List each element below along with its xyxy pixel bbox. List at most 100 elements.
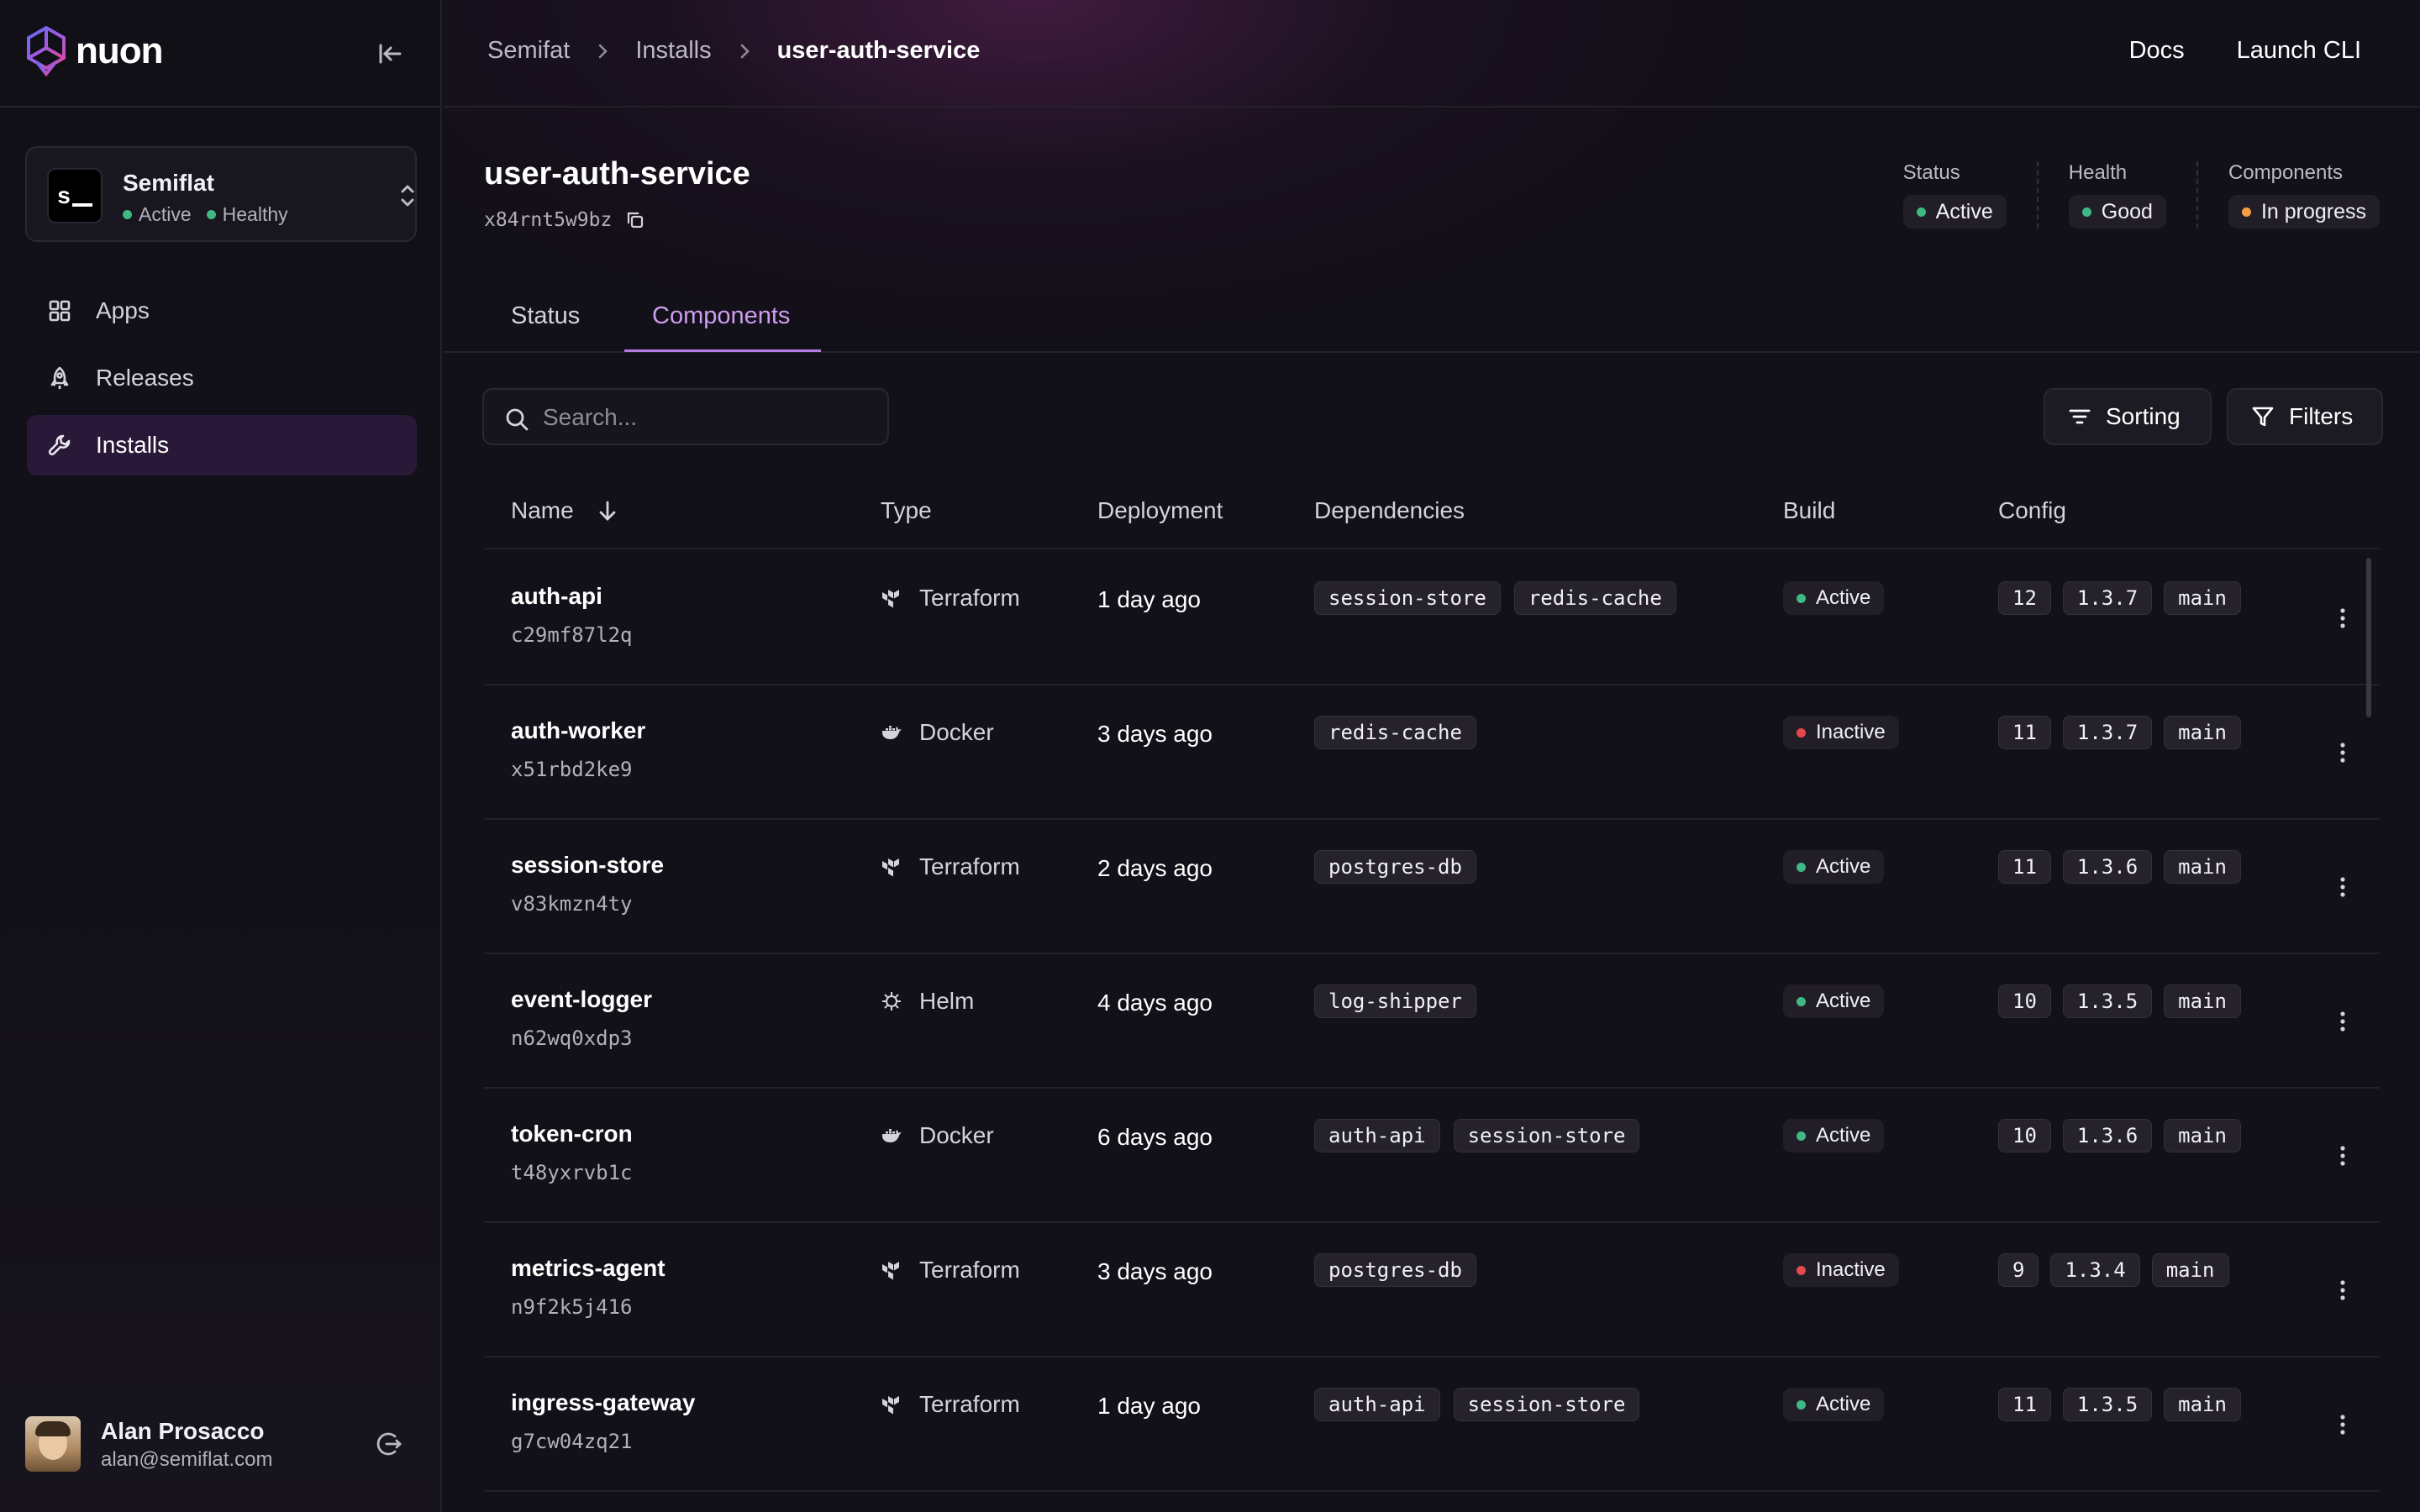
docker-icon — [881, 1125, 902, 1147]
chevron-right-icon — [740, 44, 750, 58]
table-row[interactable]: event-logger n62wq0xdp3 Helm 4 days ago … — [484, 954, 2380, 1089]
chevron-up-down-icon — [401, 185, 414, 207]
filters-button[interactable]: Filters — [2227, 388, 2383, 445]
sorting-button[interactable]: Sorting — [2044, 388, 2212, 445]
more-options-icon[interactable] — [2326, 1005, 2360, 1038]
terraform-icon — [881, 856, 902, 878]
component-id: n9f2k5j416 — [511, 1295, 633, 1319]
build-status: Active — [1783, 581, 1885, 615]
more-options-icon[interactable] — [2326, 601, 2360, 635]
dependency-tag[interactable]: auth-api — [1314, 1119, 1440, 1152]
install-id-row: x84rnt5w9bz — [484, 209, 750, 231]
status-badge: Active — [1783, 984, 1885, 1018]
org-switcher[interactable]: s Semiflat Active Healthy — [25, 146, 417, 242]
table-row[interactable]: metrics-agent n9f2k5j416 Terraform 3 day… — [484, 1223, 2380, 1357]
status-badge: Active — [1783, 850, 1885, 884]
deployment-time: 2 days ago — [1097, 855, 1213, 881]
dependency-tag[interactable]: session-store — [1314, 581, 1501, 615]
more-options-icon[interactable] — [2326, 1408, 2360, 1441]
docker-icon — [881, 722, 902, 743]
type-label: Docker — [919, 719, 994, 745]
collapse-sidebar-button[interactable] — [375, 39, 405, 69]
search-input[interactable] — [543, 400, 871, 435]
component-id: n62wq0xdp3 — [511, 1026, 633, 1050]
breadcrumb-org[interactable]: Semifat — [487, 37, 570, 65]
more-options-icon[interactable] — [2326, 736, 2360, 769]
component-type: Terraform — [881, 1257, 1020, 1284]
app-logo[interactable]: nuon — [25, 25, 164, 77]
table-row[interactable]: token-cron t48yxrvb1c Docker 6 days ago … — [484, 1089, 2380, 1223]
column-dependencies[interactable]: Dependencies — [1314, 497, 1465, 524]
org-status: Active — [139, 203, 192, 225]
table-row[interactable]: session-store v83kmzn4ty Terraform 2 day… — [484, 820, 2380, 954]
topbar: Semifat Installs user-auth-service Docs … — [444, 0, 2420, 108]
status-badge: Inactive — [1783, 1253, 1899, 1287]
table-scrollbar[interactable] — [2366, 558, 2371, 717]
status-dot-icon — [123, 210, 132, 219]
breadcrumb-current: user-auth-service — [776, 37, 981, 64]
build-status: Active — [1783, 984, 1885, 1018]
config-tag: 11 — [1998, 716, 2051, 749]
dependency-tag[interactable]: log-shipper — [1314, 984, 1476, 1018]
config-tag: 1.3.4 — [2050, 1253, 2140, 1287]
search-box — [482, 388, 889, 445]
config-tag: main — [2164, 850, 2241, 884]
more-options-icon[interactable] — [2326, 870, 2360, 904]
component-name: session-store — [511, 852, 665, 878]
column-name[interactable]: Name — [511, 497, 619, 524]
more-options-icon[interactable] — [2326, 1139, 2360, 1173]
search-icon — [506, 408, 529, 431]
status-badge: Active — [1783, 581, 1885, 615]
status-dot-icon — [1916, 207, 1926, 217]
user-profile[interactable]: Alan Prosacco alan@semiflat.com — [25, 1416, 417, 1473]
tab-status[interactable]: Status — [511, 302, 580, 330]
copy-icon[interactable] — [625, 210, 645, 230]
config-tags: 10 1.3.6 main — [1998, 1119, 2241, 1152]
rocket-icon — [50, 366, 69, 389]
build-status: Inactive — [1783, 1253, 1899, 1287]
dependency-tag[interactable]: session-store — [1453, 1388, 1640, 1421]
table-row[interactable]: ingress-gateway g7cw04zq21 Terraform 1 d… — [484, 1357, 2380, 1492]
collapse-icon — [379, 44, 402, 64]
component-id: c29mf87l2q — [511, 623, 633, 647]
docs-link[interactable]: Docs — [2129, 37, 2185, 65]
config-tag: main — [2164, 1388, 2241, 1421]
launch-cli-link[interactable]: Launch CLI — [2237, 37, 2361, 65]
component-id: v83kmzn4ty — [511, 892, 633, 916]
column-build[interactable]: Build — [1783, 497, 1835, 524]
dependencies-list: redis-cache — [1314, 716, 1476, 749]
terraform-icon — [881, 1259, 902, 1281]
tab-components[interactable]: Components — [652, 302, 790, 330]
type-label: Terraform — [919, 1257, 1020, 1283]
app-name: nuon — [76, 30, 164, 71]
column-config[interactable]: Config — [1998, 497, 2066, 524]
table-row[interactable]: auth-worker x51rbd2ke9 Docker 3 days ago… — [484, 685, 2380, 820]
component-name: auth-api — [511, 583, 602, 609]
component-type: Terraform — [881, 585, 1020, 612]
arrow-down-icon — [599, 501, 616, 521]
dependency-tag[interactable]: auth-api — [1314, 1388, 1440, 1421]
dependency-tag[interactable]: postgres-db — [1314, 850, 1476, 884]
sidebar-item-installs[interactable]: Installs — [27, 415, 417, 475]
more-options-icon[interactable] — [2326, 1273, 2360, 1307]
status-dot-icon — [1797, 593, 1806, 603]
dependency-tag[interactable]: redis-cache — [1314, 716, 1476, 749]
column-deployment[interactable]: Deployment — [1097, 497, 1223, 524]
dependencies-list: auth-api session-store — [1314, 1119, 1640, 1152]
dependency-tag[interactable]: redis-cache — [1513, 581, 1676, 615]
logout-icon[interactable] — [375, 1430, 403, 1458]
dependency-tag[interactable]: postgres-db — [1314, 1253, 1476, 1287]
sidebar-item-apps[interactable]: Apps — [27, 281, 417, 341]
sidebar-item-releases[interactable]: Releases — [27, 348, 417, 408]
table-header: Name Type Deployment Dependencies Build … — [484, 482, 2380, 549]
dependency-tag[interactable]: session-store — [1453, 1119, 1640, 1152]
config-tags: 11 1.3.5 main — [1998, 1388, 2241, 1421]
health-dot-icon — [2081, 207, 2091, 217]
breadcrumb-section[interactable]: Installs — [635, 37, 711, 65]
table-row[interactable]: auth-api c29mf87l2q Terraform 1 day ago … — [484, 551, 2380, 685]
component-id: g7cw04zq21 — [511, 1430, 633, 1453]
column-type[interactable]: Type — [881, 497, 932, 524]
sidebar-header: nuon — [0, 0, 440, 108]
component-name: ingress-gateway — [511, 1389, 696, 1415]
config-tags: 9 1.3.4 main — [1998, 1253, 2229, 1287]
